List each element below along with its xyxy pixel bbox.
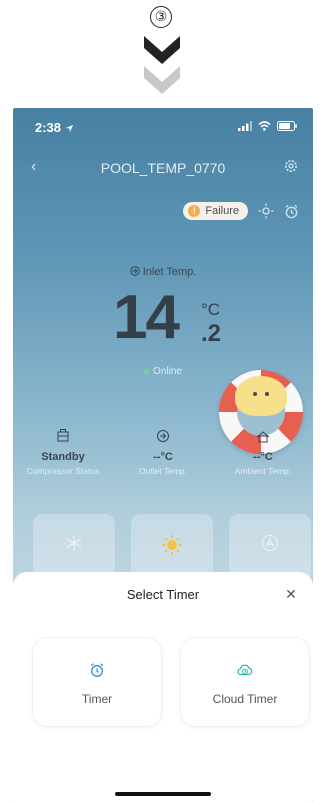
- close-button[interactable]: ✕: [281, 584, 301, 604]
- timer-option-button[interactable]: Timer: [33, 638, 161, 726]
- step-marker: ③: [0, 0, 328, 110]
- select-timer-sheet: Select Timer ✕ Timer Cloud Timer: [13, 572, 313, 802]
- close-icon: ✕: [285, 586, 297, 602]
- chevron-down-icon: [144, 36, 180, 94]
- cloud-timer-icon: [237, 664, 253, 676]
- sheet-title: Select Timer: [126, 587, 200, 602]
- cloud-timer-option-button[interactable]: Cloud Timer: [181, 638, 309, 726]
- phone-screen: 2:38 ‹ POOL_TEMP_0770 ! Failure Inlet Te…: [13, 108, 313, 802]
- step-number: ③: [150, 6, 172, 28]
- cloud-timer-option-label: Cloud Timer: [212, 692, 278, 706]
- home-indicator: [115, 792, 211, 796]
- alarm-clock-icon: [90, 663, 104, 677]
- timer-option-label: Timer: [81, 692, 113, 706]
